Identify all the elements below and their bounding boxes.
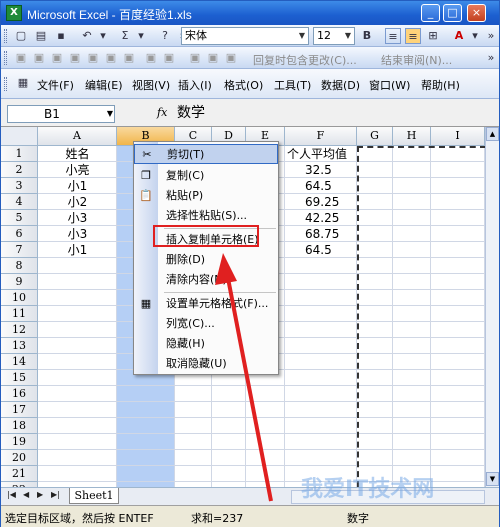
arrow-head bbox=[215, 253, 237, 285]
excel-window: X Microsoft Excel - 百度经验1.xls _ □ × ▢ ▤ … bbox=[0, 0, 500, 527]
arrow-shaft bbox=[225, 272, 273, 502]
watermark-logo: 我爱IT技术网 bbox=[301, 477, 435, 502]
annotation-arrow bbox=[215, 253, 273, 502]
